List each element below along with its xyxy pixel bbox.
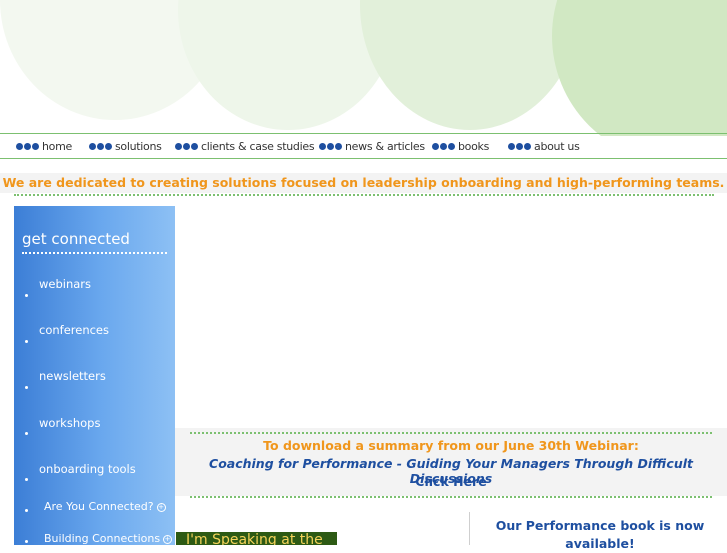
nav-item-label: solutions	[115, 139, 162, 153]
feature-banner	[175, 206, 727, 428]
header-banner	[0, 0, 727, 136]
sidebar-link-onboarding-tools[interactable]: onboarding tools	[39, 462, 136, 476]
bullet-icon	[25, 340, 28, 343]
dots-icon	[508, 142, 532, 150]
divider	[22, 252, 167, 254]
sidebar-sublink-are-you-connected[interactable]: Are You Connected? +	[44, 500, 166, 513]
dots-icon	[16, 142, 40, 150]
sidebar: get connected webinars conferences newsl…	[14, 206, 175, 545]
bullet-icon	[25, 294, 28, 297]
nav-item-label: about us	[534, 139, 580, 153]
sidebar-link-workshops[interactable]: workshops	[39, 416, 100, 430]
dots-icon	[89, 142, 113, 150]
nav-item-news[interactable]: news & articles	[319, 139, 425, 153]
bullet-icon	[25, 540, 28, 543]
divider	[190, 432, 712, 434]
nav-item-label: books	[458, 139, 490, 153]
bullet-icon	[25, 386, 28, 389]
sidebar-link-conferences[interactable]: conferences	[39, 323, 109, 337]
divider	[190, 496, 712, 498]
dots-icon	[432, 142, 456, 150]
bullet-icon	[25, 478, 28, 481]
dots-icon	[319, 142, 343, 150]
decorative-circle	[360, 0, 580, 130]
sidebar-title: get connected	[22, 230, 130, 248]
sidebar-link-newsletters[interactable]: newsletters	[39, 369, 106, 383]
nav-item-about[interactable]: about us	[508, 139, 580, 153]
book-promo-line: available!	[565, 536, 635, 551]
nav-item-home[interactable]: home	[16, 139, 72, 153]
sidebar-link-webinars[interactable]: webinars	[39, 277, 91, 291]
sidebar-sublink-building-connections[interactable]: Building Connections +	[44, 532, 173, 545]
speaking-banner-text: I'm Speaking at the	[186, 532, 323, 545]
plus-circle-icon: +	[156, 502, 166, 512]
speaking-banner[interactable]: I'm Speaking at the	[176, 532, 337, 545]
plus-circle-icon: +	[163, 534, 173, 544]
nav-item-books[interactable]: books	[432, 139, 489, 153]
bullet-icon	[25, 509, 28, 512]
bullet-icon	[25, 432, 28, 435]
book-promo-line: Our Performance book is now	[495, 518, 705, 533]
main-nav: home solutions clients & case studies ne…	[0, 133, 727, 159]
webinar-heading: To download a summary from our June 30th…	[263, 438, 639, 453]
tagline: We are dedicated to creating solutions f…	[0, 173, 727, 193]
dots-icon	[175, 142, 199, 150]
click-here-link[interactable]: Click Here	[175, 474, 727, 489]
decorative-circle	[552, 0, 727, 136]
nav-item-label: clients & case studies	[201, 139, 315, 153]
nav-item-label: news & articles	[345, 139, 425, 153]
divider	[469, 512, 470, 545]
sublink-label: Are You Connected?	[44, 500, 154, 513]
divider	[14, 194, 714, 196]
webinar-announcement: To download a summary from our June 30th…	[175, 428, 727, 496]
nav-item-clients[interactable]: clients & case studies	[175, 139, 315, 153]
sublink-label: Building Connections	[44, 532, 161, 545]
nav-item-label: home	[42, 139, 72, 153]
book-promo[interactable]: Our Performance book is now available!	[480, 517, 720, 553]
nav-item-solutions[interactable]: solutions	[89, 139, 162, 153]
